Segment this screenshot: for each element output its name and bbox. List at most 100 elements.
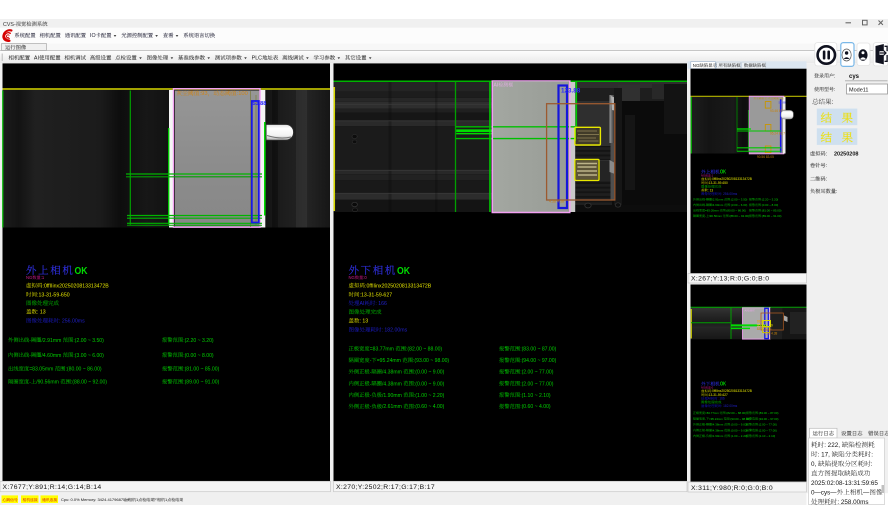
svg-text::(88.00 ~ 92.00): :(88.00 ~ 92.00) — [729, 214, 750, 218]
svg-text:AI: AI — [494, 83, 499, 89]
svg-text::(83.00 ~ 87.00): :(83.00 ~ 87.00) — [520, 347, 556, 353]
svg-text::(3.00 ~ 6.00): :(3.00 ~ 6.00) — [73, 353, 104, 359]
svg-text:Cpu: 0.0% Memory: 3424.4179687: Cpu: 0.0% Memory: 3424.41796875M — [61, 497, 129, 502]
svg-text:/2.61mm: /2.61mm — [382, 404, 402, 410]
svg-text:2025:02:08-13:31:59:65: 2025:02:08-13:31:59:65 — [811, 480, 878, 487]
svg-text:X:267;Y:13;R:0;G:0;B:0: X:267;Y:13;R:0;G:0;B:0 — [691, 276, 769, 283]
svg-text::(1.10 ~ 2.10): :(1.10 ~ 2.10) — [520, 393, 551, 399]
svg-text::(82.00 ~ 88.00): :(82.00 ~ 88.00) — [406, 347, 442, 353]
svg-text::(2.00 ~ 77.00): :(2.00 ~ 77.00) — [520, 381, 554, 387]
svg-text:/4.60mm: /4.60mm — [712, 203, 724, 207]
svg-text::0ffIIinx2025020813313472B: :0ffIIinx2025020813313472B — [365, 283, 432, 289]
svg-text:/1.90mm: /1.90mm — [382, 393, 402, 399]
svg-text::: : — [826, 163, 827, 169]
svg-text::(81.00 ~ 85.00): :(81.00 ~ 85.00) — [183, 367, 219, 373]
svg-text:: 256.00ms: : 256.00ms — [59, 319, 85, 325]
svg-text:NG: NG — [701, 386, 705, 390]
svg-text:-: - — [705, 434, 706, 438]
svg-text:OK: OK — [397, 265, 410, 277]
svg-text:-: - — [370, 393, 372, 399]
svg-text::: : — [834, 74, 835, 80]
svg-text::(0.00 ~ 9.00): :(0.00 ~ 9.00) — [414, 370, 445, 376]
svg-text::(2.00 ~ 77.00): :(2.00 ~ 77.00) — [520, 370, 554, 376]
svg-text:OK: OK — [720, 382, 726, 388]
svg-text:90.56 83.05: 90.56 83.05 — [757, 155, 774, 159]
svg-text:-: - — [370, 381, 372, 387]
svg-text:-: - — [29, 380, 31, 386]
svg-text::(94.00 ~ 97.00): :(94.00 ~ 97.00) — [758, 417, 779, 421]
svg-text:-: - — [705, 428, 706, 432]
svg-text:53.88: 53.88 — [253, 101, 267, 107]
svg-text:: 258.00ms: : 258.00ms — [837, 499, 868, 506]
svg-text:/90.56mm: /90.56mm — [709, 214, 722, 218]
svg-text::(0.60 ~ 4.00): :(0.60 ~ 4.00) — [414, 404, 445, 410]
svg-text::(2.20 ~ 3.20): :(2.20 ~ 3.20) — [761, 198, 778, 202]
svg-text::(1.00 ~ 2.20): :(1.00 ~ 2.20) — [414, 393, 445, 399]
svg-text:: 13: : 13 — [37, 310, 46, 316]
svg-text::: : — [871, 461, 873, 468]
svg-text::: : — [834, 87, 835, 93]
svg-text:-: - — [705, 423, 706, 427]
svg-text:: 182.00ms: : 182.00ms — [721, 404, 737, 408]
svg-text:OK: OK — [720, 170, 726, 176]
svg-text:: 17,: : 17, — [818, 452, 831, 459]
svg-text::(0.00 ~ 8.00): :(0.00 ~ 8.00) — [183, 353, 214, 359]
svg-text::(0.00 ~ 9.00): :(0.00 ~ 9.00) — [730, 428, 747, 432]
svg-text:/4.38mm: /4.38mm — [382, 381, 402, 387]
svg-text::100: :100 — [237, 91, 248, 97]
svg-text:: 222,: : 222, — [824, 442, 840, 449]
svg-text:=95.24mm: =95.24mm — [377, 358, 401, 364]
svg-text:CVS-: CVS- — [3, 22, 16, 28]
svg-text::(2.20 ~ 3.20): :(2.20 ~ 3.20) — [183, 338, 214, 344]
svg-text::(3.00 ~ 6.00): :(3.00 ~ 6.00) — [730, 203, 747, 207]
svg-text:-: - — [370, 404, 372, 410]
svg-text:OK: OK — [75, 265, 88, 277]
svg-text::(0.00 ~ 8.00): :(0.00 ~ 8.00) — [761, 203, 778, 207]
svg-text::(2.00 ~ 77.00): :(2.00 ~ 77.00) — [758, 428, 777, 432]
svg-text:-: - — [370, 358, 372, 364]
svg-text::13-31-59-627: :13-31-59-627 — [360, 292, 393, 298]
svg-text:NG: NG — [349, 275, 355, 280]
svg-text:Mode11: Mode11 — [849, 87, 868, 93]
svg-text:4.38 4.38: 4.38 4.38 — [764, 331, 778, 335]
svg-text:/4.38mm: /4.38mm — [712, 428, 724, 432]
svg-text::(93.00 ~ 98.00): :(93.00 ~ 98.00) — [413, 358, 449, 364]
svg-text:: 13: : 13 — [360, 319, 369, 325]
svg-text:-: - — [705, 198, 706, 202]
svg-text:123.88: 123.88 — [561, 87, 581, 94]
svg-text:/4.38mm: /4.38mm — [382, 370, 402, 376]
svg-text:0—cys—: 0—cys— — [811, 490, 837, 497]
svg-text:NG: NG — [26, 275, 32, 280]
svg-text:AI: AI — [360, 301, 365, 307]
svg-text::(1.10 ~ 2.10): :(1.10 ~ 2.10) — [758, 434, 775, 438]
svg-text:=83.05mm: =83.05mm — [29, 367, 53, 373]
svg-text:X:7677;Y:891;R:14;G:14;B:14: X:7677;Y:891;R:14;G:14;B:14 — [3, 484, 102, 491]
svg-text::(89.00 ~ 91.00): :(89.00 ~ 91.00) — [761, 214, 782, 218]
svg-text:NG: NG — [701, 174, 705, 178]
svg-text:/4.60mm: /4.60mm — [42, 353, 62, 359]
svg-text::: : — [826, 151, 827, 157]
svg-text::(82.00 ~ 88.00): :(82.00 ~ 88.00) — [726, 411, 747, 415]
svg-text:: 166: : 166 — [718, 397, 725, 401]
svg-text:=83.05mm: =83.05mm — [705, 209, 719, 213]
svg-text:-: - — [705, 417, 706, 421]
svg-text:/4.38mm: /4.38mm — [712, 423, 724, 427]
svg-text::(1.00 ~ 2.20): :(1.00 ~ 2.20) — [730, 434, 747, 438]
svg-text:AI: AI — [34, 56, 39, 62]
svg-text:/90.56mm: /90.56mm — [36, 380, 59, 386]
svg-text::(80.00 ~ 86.00): :(80.00 ~ 86.00) — [66, 367, 102, 373]
svg-text:0,: 0, — [811, 461, 817, 468]
svg-text::93: :93 — [764, 96, 768, 100]
svg-text::(83.00 ~ 87.00): :(83.00 ~ 87.00) — [758, 411, 779, 415]
svg-text::: : — [832, 99, 834, 106]
svg-text:/1.90mm: /1.90mm — [712, 434, 724, 438]
svg-text:53.88: 53.88 — [779, 101, 786, 105]
svg-text::(0.00 ~ 9.00): :(0.00 ~ 9.00) — [414, 381, 445, 387]
svg-text::13-31-59-650: :13-31-59-650 — [708, 181, 728, 185]
svg-text:IO: IO — [90, 33, 96, 39]
svg-text:=83.77mm: =83.77mm — [370, 347, 394, 353]
svg-text:-: - — [29, 338, 31, 344]
svg-text:NG: NG — [693, 63, 700, 68]
svg-text::(2.00 ~ 3.50): :(2.00 ~ 3.50) — [730, 198, 747, 202]
svg-text::(80.00 ~ 86.00): :(80.00 ~ 86.00) — [726, 209, 747, 213]
